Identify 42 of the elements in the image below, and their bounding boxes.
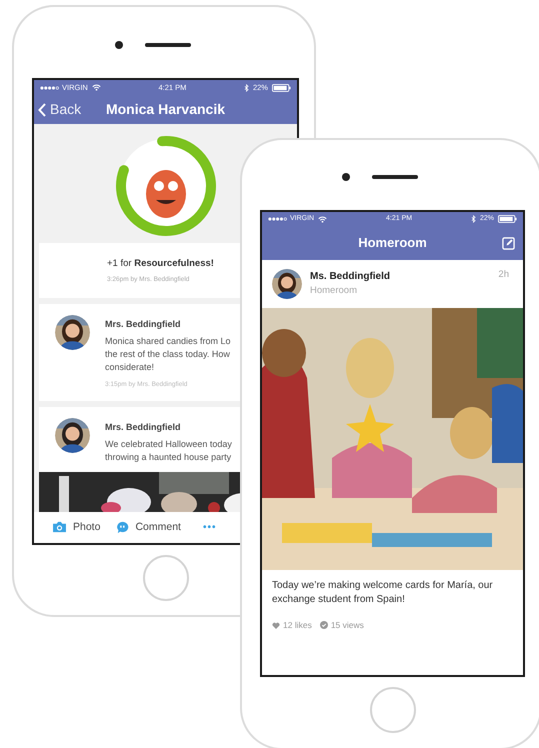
post-text-line: throwing a haunted house party [105,450,232,464]
speech-bubble-icon [116,520,130,534]
home-button[interactable] [142,555,188,601]
award-text: +1 for Resourcefulness! [107,256,215,271]
avatar [272,269,302,299]
bluetooth-icon [470,215,476,223]
avatar [55,315,90,350]
screen-title: Monica Harvancik [106,100,226,120]
battery-icon [498,215,517,223]
camera-icon [52,521,67,534]
post-age: 2h [498,268,509,282]
post-text-line: We celebrated Halloween today [105,438,232,451]
view-count: 15 views [330,619,364,632]
wifi-icon [92,84,101,92]
photo-button[interactable]: Photo [52,520,100,536]
speaker-slot [372,175,418,179]
battery-icon [272,84,291,92]
edit-icon [502,236,515,250]
author-name: Mrs. Beddingfield [105,318,182,332]
check-circle-icon [320,621,328,630]
signal-icon [268,217,288,221]
comment-button[interactable]: Comment [116,520,181,536]
author-name: Ms. Beddingfield [310,270,391,284]
wifi-icon [318,216,328,222]
compose-button[interactable] [502,236,515,250]
avatar [55,418,90,454]
like-button[interactable]: 12 likes [272,619,312,632]
home-button[interactable] [370,687,416,733]
class-name: Homeroom [310,284,358,298]
post-text-line: Monica shared candies from Lo [105,334,231,348]
post-text-line: considerate! [105,360,156,374]
back-button[interactable]: Back [38,99,82,120]
author-name: Mrs. Beddingfield [105,421,182,434]
bluetooth-icon [244,84,249,92]
speaker-slot [144,43,190,47]
post-caption: Today we’re making welcome cards for María, our exchange student from Spain! [272,579,493,607]
chevron-left-icon [38,102,46,117]
screen-title: Homeroom [358,234,427,252]
heart-icon [272,622,280,629]
post-text-line: the rest of the class today. How [105,348,231,361]
more-button[interactable]: ••• [196,520,216,535]
signal-icon [40,86,60,90]
